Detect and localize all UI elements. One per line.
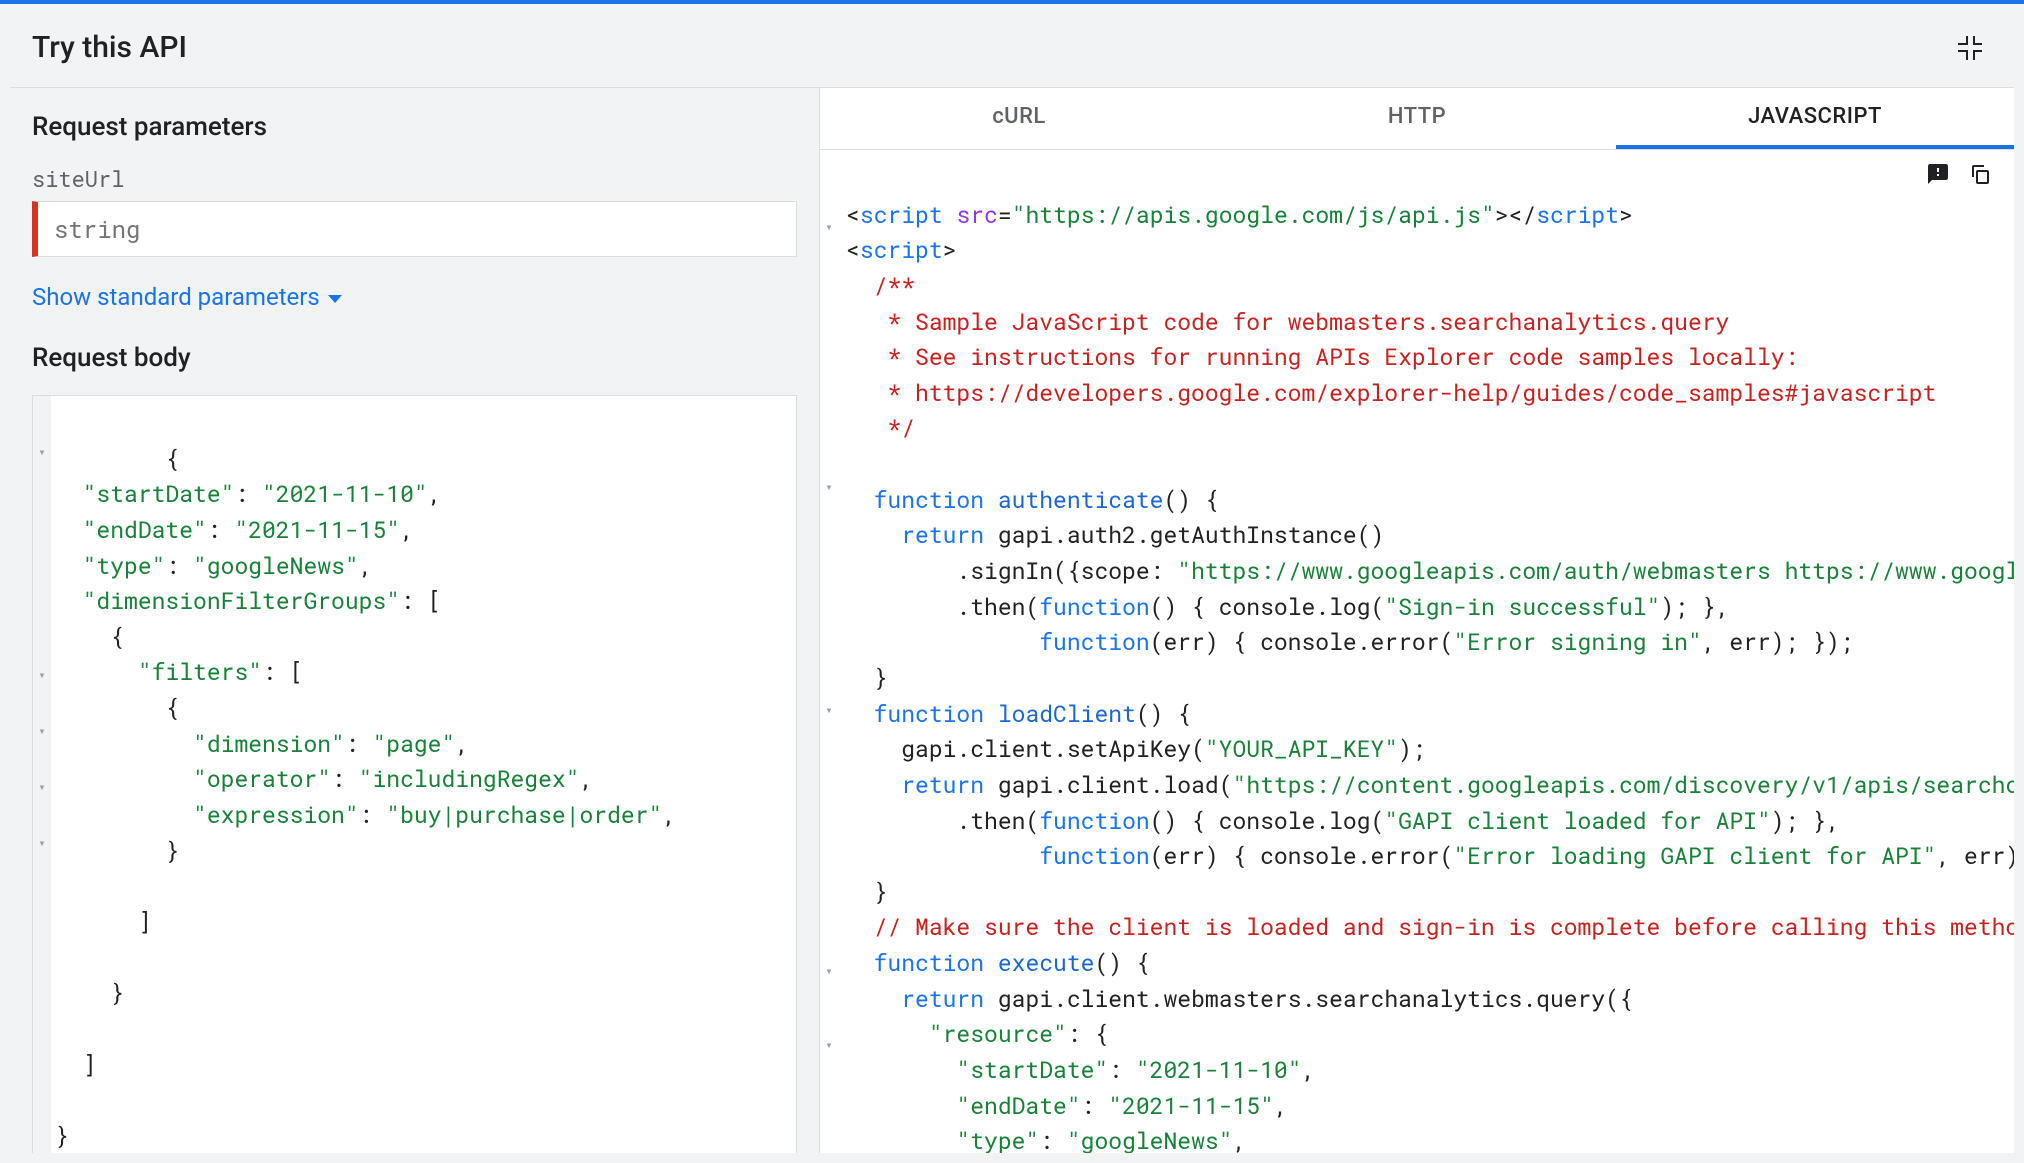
code-src: "https://apis.google.com/js/api.js" (1012, 200, 1495, 230)
json-key: "type" (83, 551, 166, 581)
code-area: ▾ ▾ ▾ ▾ ▾ <script src="https://apis.goog… (820, 150, 2014, 1153)
code-comment: */ (874, 413, 915, 443)
json-val: "2021-11-10" (262, 479, 428, 509)
code-tabs: cURL HTTP JAVASCRIPT (820, 88, 2014, 150)
json-val: "includingRegex" (359, 764, 580, 794)
content-area: Request parameters siteUrl Show standard… (10, 88, 2014, 1153)
code-comment: // Make sure the client is loaded and si… (874, 912, 2014, 942)
res-val: 2021-11-15 (1122, 1091, 1260, 1121)
res-val: googleNews (1081, 1126, 1219, 1153)
request-body-title: Request body (32, 343, 797, 373)
show-standard-parameters-link[interactable]: Show standard parameters (32, 283, 797, 311)
msg: Error signing in (1467, 627, 1688, 657)
scope-url: https://www.googleapis.com/auth/webmaste… (1191, 556, 2014, 586)
json-key: "expression" (193, 800, 359, 830)
json-key: "dimensionFilterGroups" (83, 586, 400, 616)
load-url: https://content.googleapis.com/discovery… (1246, 770, 2014, 800)
code-comment: /** (874, 271, 915, 301)
res-val: 2021-11-10 (1150, 1055, 1288, 1085)
exit-fullscreen-button[interactable] (1956, 34, 1984, 62)
chevron-down-icon (328, 295, 342, 303)
feedback-icon (1926, 162, 1950, 186)
copy-button[interactable] (1966, 160, 1994, 188)
json-key: "operator" (193, 764, 331, 794)
fn-name: execute (998, 948, 1095, 978)
code-toolbar (1924, 160, 1994, 188)
code-gutter: ▾ ▾ ▾ ▾ ▾ (820, 150, 838, 1073)
show-standard-parameters-label: Show standard parameters (32, 283, 320, 311)
msg: Sign-in successful (1398, 592, 1646, 622)
request-body-editor[interactable]: ▾ ▾ ▾ ▾ ▾ { "startDate": "2021-11-10", "… (32, 395, 797, 1153)
page-title: Try this API (32, 30, 187, 65)
code-content[interactable]: ▾ ▾ ▾ ▾ ▾ <script src="https://apis.goog… (820, 150, 2014, 1153)
msg: GAPI client loaded for API (1398, 806, 1757, 836)
copy-icon (1968, 162, 1992, 186)
fn-name: loadClient (998, 699, 1136, 729)
editor-gutter: ▾ ▾ ▾ ▾ ▾ (33, 396, 51, 1153)
exit-fullscreen-icon (1958, 36, 1982, 60)
tab-curl[interactable]: cURL (820, 88, 1218, 149)
tab-javascript[interactable]: JAVASCRIPT (1616, 88, 2014, 149)
msg: Error loading GAPI client for API (1467, 841, 1922, 871)
fn-name: authenticate (998, 485, 1164, 515)
code-comment: * https://developers.google.com/explorer… (874, 378, 1937, 408)
json-val: "page" (372, 729, 455, 759)
tab-http[interactable]: HTTP (1218, 88, 1616, 149)
json-val: "buy|purchase|order" (386, 800, 662, 830)
api-key: YOUR_API_KEY (1219, 734, 1385, 764)
json-key: "dimension" (193, 729, 345, 759)
api-explorer-panel: Try this API Request parameters siteUrl … (10, 8, 2014, 1153)
left-panel: Request parameters siteUrl Show standard… (10, 88, 820, 1153)
param-label-siteurl: siteUrl (32, 164, 797, 193)
json-key: "startDate" (83, 479, 235, 509)
json-val: "2021-11-15" (234, 515, 400, 545)
feedback-button[interactable] (1924, 160, 1952, 188)
right-panel: cURL HTTP JAVASCRIPT ▾ ▾ ▾ ▾ ▾ <script s… (820, 88, 2014, 1153)
code-comment: * See instructions for running APIs Expl… (874, 342, 1799, 372)
json-key: "filters" (138, 657, 262, 687)
header: Try this API (10, 8, 2014, 88)
json-val: "googleNews" (193, 551, 359, 581)
siteurl-input[interactable] (32, 201, 797, 257)
request-parameters-title: Request parameters (32, 112, 797, 142)
code-comment: * Sample JavaScript code for webmasters.… (874, 307, 1730, 337)
